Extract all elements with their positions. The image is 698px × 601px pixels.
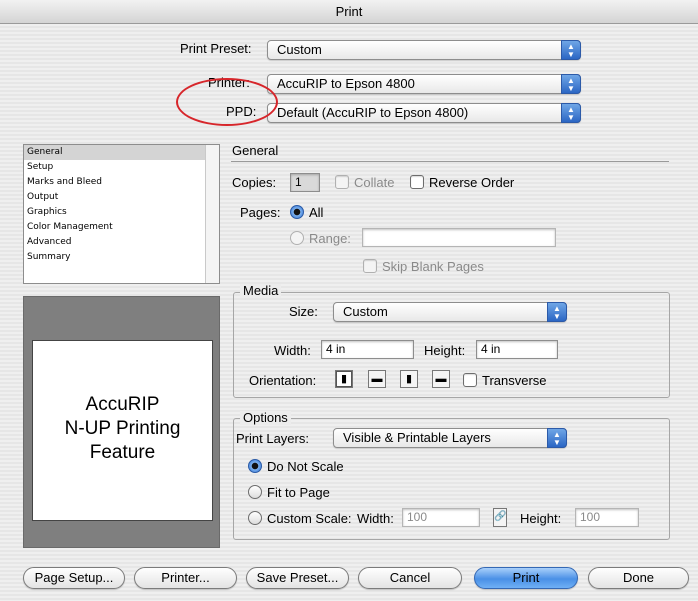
preview-text-line-2: N-UP Printing: [64, 418, 181, 439]
custom-scale-label: Custom Scale:: [267, 511, 352, 526]
custom-scale-width-label: Width:: [357, 511, 394, 526]
reverse-order-label: Reverse Order: [429, 175, 515, 190]
sidebar-item-advanced[interactable]: Advanced: [24, 235, 219, 250]
do-not-scale-label: Do Not Scale: [267, 459, 344, 474]
sidebar-item-output[interactable]: Output: [24, 190, 219, 205]
reverse-portrait-orientation-icon[interactable]: ▮: [400, 370, 418, 388]
size-label: Size:: [289, 304, 318, 319]
copies-label: Copies:: [232, 175, 277, 190]
pages-all-label: All: [309, 205, 324, 220]
transverse-label: Transverse: [482, 373, 547, 388]
general-section-title: General: [232, 143, 279, 158]
height-label: Height:: [424, 343, 466, 358]
cancel-button[interactable]: Cancel: [358, 567, 462, 589]
printer-button[interactable]: Printer...: [134, 567, 237, 589]
reverse-order-checkbox[interactable]: [410, 175, 424, 189]
popup-arrows-icon: ▲ ▼: [561, 40, 581, 60]
sidebar-item-summary[interactable]: Summary: [24, 250, 219, 265]
printer-value: AccuRIP to Epson 4800: [277, 76, 415, 91]
window-title-bar: Print: [0, 0, 698, 24]
sidebar-item-general[interactable]: General: [24, 145, 219, 160]
media-group-title: Media: [240, 284, 282, 298]
print-preview: AccuRIP N-UP Printing Feature: [23, 296, 220, 548]
pages-range-input[interactable]: [362, 228, 556, 247]
popup-arrows-icon: ▲ ▼: [561, 103, 581, 123]
annotation-ellipse: [176, 78, 278, 126]
pages-range-radio[interactable]: [290, 231, 304, 245]
pages-all-radio[interactable]: [290, 205, 304, 219]
landscape-orientation-icon[interactable]: ▬: [368, 370, 386, 388]
size-popup[interactable]: Custom ▲ ▼: [333, 302, 567, 322]
custom-scale-height-label: Height:: [520, 511, 562, 526]
print-layers-value: Visible & Printable Layers: [343, 430, 491, 445]
collate-label: Collate: [354, 175, 395, 190]
sidebar-item-graphics[interactable]: Graphics: [24, 205, 219, 220]
custom-scale-radio[interactable]: [248, 511, 262, 525]
print-preset-label: Print Preset:: [180, 41, 252, 56]
portrait-orientation-icon[interactable]: ▮: [335, 370, 353, 388]
popup-arrows-icon: ▲ ▼: [561, 74, 581, 94]
save-preset-button[interactable]: Save Preset...: [246, 567, 349, 589]
skip-blank-pages-checkbox[interactable]: [363, 259, 377, 273]
settings-category-list[interactable]: General Setup Marks and Bleed Output Gra…: [23, 144, 220, 284]
options-group-title: Options: [240, 411, 291, 425]
preview-text-line-3: Feature: [89, 442, 156, 463]
ppd-value: Default (AccuRIP to Epson 4800): [277, 105, 469, 120]
list-scrollbar[interactable]: [205, 145, 219, 283]
custom-scale-width-input[interactable]: 100: [402, 508, 480, 527]
reverse-landscape-orientation-icon[interactable]: ▬: [432, 370, 450, 388]
orientation-label: Orientation:: [249, 373, 317, 388]
done-button[interactable]: Done: [588, 567, 689, 589]
sidebar-item-setup[interactable]: Setup: [24, 160, 219, 175]
pages-range-label: Range:: [309, 231, 351, 246]
copies-input[interactable]: 1: [290, 173, 320, 192]
ppd-popup[interactable]: Default (AccuRIP to Epson 4800) ▲ ▼: [267, 103, 581, 123]
popup-arrows-icon: ▲ ▼: [547, 302, 567, 322]
fit-to-page-label: Fit to Page: [267, 485, 330, 500]
preview-text-line-1: AccuRIP: [85, 394, 160, 415]
width-input[interactable]: 4 in: [321, 340, 414, 359]
size-value: Custom: [343, 304, 388, 319]
custom-scale-height-input[interactable]: 100: [575, 508, 639, 527]
width-label: Width:: [274, 343, 311, 358]
preview-page: AccuRIP N-UP Printing Feature: [32, 340, 213, 521]
print-preset-value: Custom: [277, 42, 322, 57]
do-not-scale-radio[interactable]: [248, 459, 262, 473]
print-layers-label: Print Layers:: [236, 431, 309, 446]
window-title: Print: [335, 4, 363, 19]
print-layers-popup[interactable]: Visible & Printable Layers ▲ ▼: [333, 428, 567, 448]
height-input[interactable]: 4 in: [476, 340, 558, 359]
page-setup-button[interactable]: Page Setup...: [23, 567, 125, 589]
sidebar-item-marks-and-bleed[interactable]: Marks and Bleed: [24, 175, 219, 190]
skip-blank-pages-label: Skip Blank Pages: [382, 259, 484, 274]
printer-popup[interactable]: AccuRIP to Epson 4800 ▲ ▼: [267, 74, 581, 94]
print-preset-popup[interactable]: Custom ▲ ▼: [267, 40, 581, 60]
print-button[interactable]: Print: [474, 567, 578, 589]
fit-to-page-radio[interactable]: [248, 485, 262, 499]
pages-label: Pages:: [240, 205, 281, 220]
section-divider: [231, 161, 669, 162]
popup-arrows-icon: ▲ ▼: [547, 428, 567, 448]
sidebar-item-color-management[interactable]: Color Management: [24, 220, 219, 235]
constrain-proportions-link-icon[interactable]: 🔗: [493, 508, 507, 527]
transverse-checkbox[interactable]: [463, 373, 477, 387]
collate-checkbox[interactable]: [335, 175, 349, 189]
